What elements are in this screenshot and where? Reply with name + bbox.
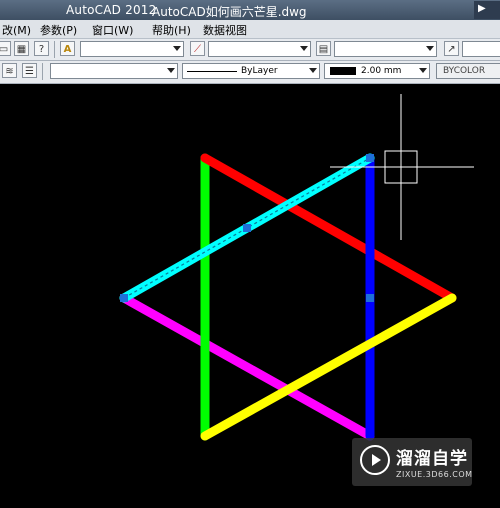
menu-modify[interactable]: 改(M)	[2, 22, 31, 38]
menu-help[interactable]: 帮助(H)	[152, 22, 191, 38]
multileader-style-select[interactable]	[462, 41, 500, 57]
caret-right-icon: ▶	[478, 3, 486, 14]
toolbar-separator	[54, 41, 55, 58]
help-icon[interactable]: ?	[34, 41, 49, 56]
lineweight-preview	[330, 67, 356, 75]
app-title: AutoCAD 2012	[66, 3, 157, 17]
calculator-icon[interactable]: ▦	[14, 41, 29, 56]
menu-window[interactable]: 窗口(W)	[92, 22, 133, 38]
text-style-select[interactable]	[80, 41, 184, 57]
lineweight-select[interactable]: 2.00 mm	[324, 63, 430, 79]
open-icon[interactable]: ▭	[0, 41, 11, 56]
toolbar-separator	[42, 63, 43, 80]
watermark-url: ZIXUE.3D66.COM	[396, 470, 473, 479]
menu-data-view[interactable]: 数据视图	[203, 22, 247, 38]
grip-blue-mid[interactable]	[366, 294, 374, 302]
linetype-preview	[187, 71, 237, 72]
properties-toolbar: ≋ ☰ ByLayer 2.00 mm BYCOLOR	[0, 61, 500, 84]
table-style-icon[interactable]: ▤	[316, 41, 331, 56]
title-bar: AutoCAD 2012 AutoCAD如何画六芒星.dwg ▶	[0, 0, 500, 20]
menu-parametric[interactable]: 参数(P)	[40, 22, 77, 38]
watermark: 溜溜自学 ZIXUE.3D66.COM	[352, 438, 472, 486]
linetype-select[interactable]: ByLayer	[182, 63, 320, 79]
menu-bar: 改(M) 参数(P) 窗口(W) 帮助(H) 数据视图	[0, 20, 500, 39]
multileader-style-icon[interactable]: ↗	[444, 41, 459, 56]
dim-style-select[interactable]	[208, 41, 311, 57]
table-style-select[interactable]	[334, 41, 437, 57]
dim-style-icon[interactable]: ⟋	[190, 41, 205, 56]
file-title: AutoCAD如何画六芒星.dwg	[152, 5, 307, 19]
text-style-icon[interactable]: A	[60, 41, 75, 56]
styles-toolbar: ▭ ▦ ? A ⟋ ▤ ↗	[0, 39, 500, 61]
play-logo-icon	[360, 445, 390, 475]
grip-left[interactable]	[120, 294, 128, 302]
grip-top-right[interactable]	[366, 154, 374, 162]
layer-select[interactable]	[50, 63, 178, 79]
plotstyle-select[interactable]: BYCOLOR	[436, 63, 500, 79]
grip-mid[interactable]	[243, 224, 251, 232]
watermark-brand: 溜溜自学	[396, 449, 468, 469]
layer-states-icon[interactable]: ☰	[22, 63, 37, 78]
crosshair-cursor	[330, 94, 474, 240]
layer-manager-icon[interactable]: ≋	[2, 63, 17, 78]
